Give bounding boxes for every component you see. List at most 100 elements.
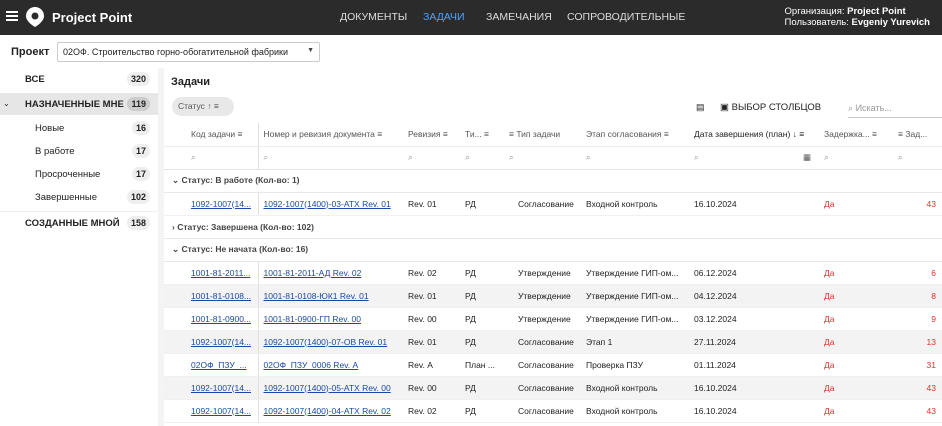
sidebar-item-all[interactable]: ВСЕ 320 [0, 68, 158, 90]
sidebar-item-label: ВСЕ [25, 74, 45, 85]
cell-task-code[interactable]: 1001-81-2011... [164, 261, 259, 285]
cell-delay: Да [819, 307, 893, 331]
cell-task-code[interactable]: 1001-81-0900... [164, 307, 259, 331]
group-row[interactable]: ⌄ Статус: Не начата (Кол-во: 16) [164, 238, 942, 262]
nav-remarks[interactable]: ЗАМЕЧАНИЯ [486, 11, 552, 23]
filter-input[interactable]: ⌕ [164, 146, 259, 170]
table-row[interactable]: 1001-81-2011... 1001-81-2011-АД Rev. 02 Re… [164, 261, 942, 285]
table-row[interactable]: 1001-81-0900... 1001-81-0900-ГП Rev. 00 Re… [164, 307, 942, 331]
calendar-icon[interactable]: ▦ [803, 152, 811, 163]
filter-input[interactable]: ⌕ [460, 146, 504, 170]
sidebar-item-completed[interactable]: Завершенные 102 [0, 186, 158, 208]
cell-revision: Rev. 02 [403, 261, 460, 285]
table-row[interactable]: 1092-1007(14... 1092-1007(1400)-04-АТХ Re… [164, 399, 942, 423]
table-row[interactable]: 1092-1007(14... 1092-1007(1400)-03-АТХ Re… [164, 192, 942, 216]
col-header-task-code[interactable]: Код задачи ≡ [164, 123, 259, 147]
cell-due-date: 06.12.2024 [689, 261, 819, 285]
search-input[interactable]: ⌕ Искать... [848, 100, 942, 118]
filter-icon[interactable]: ≡ [214, 101, 219, 111]
cell-doc-link[interactable]: 1092-1007(1400)-07-ОВ Rev. 01 [258, 330, 403, 354]
sidebar-item-label: Завершенные [35, 192, 98, 203]
col-header-type[interactable]: Ти... ≡ [460, 123, 504, 147]
group-by-chip[interactable]: Статус ↑ ≡ [172, 97, 234, 116]
columns-button[interactable]: ▣ ВЫБОР СТОЛБЦОВ [720, 102, 821, 113]
col-header-stage[interactable]: Этап согласования ≡ [581, 123, 689, 147]
cell-doc-link[interactable]: 02ОФ_ПЗУ_0006 Rev. А [258, 353, 403, 377]
nav-tasks[interactable]: ЗАДАЧИ [423, 11, 465, 23]
cell-doc-link[interactable]: 1001-81-0108-ЮК1 Rev. 01 [258, 284, 403, 308]
filter-input[interactable]: ⌕ [819, 146, 893, 170]
filter-input[interactable]: ⌕ [893, 146, 942, 170]
sidebar-item-label: Новые [35, 123, 65, 134]
table-row[interactable]: 1001-81-0108... 1001-81-0108-ЮК1 Rev. 01 R… [164, 284, 942, 308]
cell-stage: Входной контроль [581, 399, 689, 423]
group-row[interactable]: ⌄ Статус: В работе (Кол-во: 1) [164, 169, 942, 193]
sidebar-item-new[interactable]: Новые 16 [0, 117, 158, 139]
cell-type: РД [460, 192, 504, 216]
project-select[interactable]: 02ОФ. Строительство горно-обогатительной… [57, 42, 320, 62]
cell-delay-days: 31 [893, 353, 942, 377]
cell-doc-link[interactable]: 1092-1007(1400)-03-АТХ Rev. 01 [258, 192, 403, 216]
cell-task-code[interactable]: 1001-81-0108... [164, 284, 259, 308]
sidebar-item-overdue[interactable]: Просроченные 17 [0, 163, 158, 185]
count-badge: 17 [131, 144, 150, 158]
group-label: Статус: В работе (Кол-во: 1) [181, 175, 300, 185]
col-header-revision[interactable]: Ревизия ≡ [403, 123, 460, 147]
table-row[interactable]: 02ОФ_ПЗУ_... 02ОФ_ПЗУ_0006 Rev. А Rev. А Пл… [164, 353, 942, 377]
cell-type: РД [460, 330, 504, 354]
cell-doc-link[interactable]: 1001-81-2011-АД Rev. 02 [258, 261, 403, 285]
count-badge: 119 [127, 97, 150, 111]
cell-type: РД [460, 376, 504, 400]
nav-accompanying[interactable]: СОПРОВОДИТЕЛЬНЫЕ [567, 11, 685, 23]
col-header-delay[interactable]: Задержка... ≡ [819, 123, 893, 147]
nav-documents[interactable]: ДОКУМЕНТЫ [340, 11, 407, 23]
sidebar-item-label: СОЗДАННЫЕ МНОЙ [25, 218, 120, 229]
export-icon[interactable]: ▤ [696, 102, 705, 113]
col-header-doc[interactable]: Номер и ревизия документа ≡ [258, 123, 403, 147]
cell-task-type: Согласование [504, 376, 581, 400]
cell-task-code[interactable]: 1092-1007(14... [164, 399, 259, 423]
chip-label: Статус [178, 101, 205, 111]
table-row[interactable]: 1092-1007(14... 1092-1007(1400)-05-АТХ Re… [164, 376, 942, 400]
chevron-down-icon[interactable]: ⌄ [3, 99, 10, 108]
columns-icon: ▣ [720, 102, 729, 113]
cell-doc-link[interactable]: 1092-1007(1400)-05-АТХ Rev. 00 [258, 376, 403, 400]
sidebar-item-in-progress[interactable]: В работе 17 [0, 140, 158, 162]
col-header-delay-days[interactable]: ≡ Зад... [893, 123, 942, 147]
col-header-task-type[interactable]: ≡ Тип задачи [504, 123, 581, 147]
cell-delay-days: 9 [893, 307, 942, 331]
sort-up-icon[interactable]: ↑ [207, 101, 211, 111]
cell-revision: Rev. 00 [403, 376, 460, 400]
group-label: Статус: Завершена (Кол-во: 102) [177, 221, 314, 232]
cell-due-date: 16.10.2024 [689, 376, 819, 400]
cell-delay: Да [819, 376, 893, 400]
menu-icon[interactable] [6, 11, 18, 21]
sidebar-item-created-by-me[interactable]: СОЗДАННЫЕ МНОЙ 158 [0, 211, 158, 233]
filter-input[interactable]: ⌕ [581, 146, 689, 170]
main-panel: Задачи Статус ↑ ≡ ▤ ▣ ВЫБОР СТОЛБЦОВ ⌕ И… [164, 68, 942, 426]
filter-input[interactable]: ⌕ [403, 146, 460, 170]
project-row: Проект 02ОФ. Строительство горно-обогати… [0, 35, 942, 68]
cell-task-code[interactable]: 1092-1007(14... [164, 192, 259, 216]
table-row[interactable]: 1092-1007(14... 1092-1007(1400)-07-ОВ Rev… [164, 330, 942, 354]
cell-stage: Утверждение ГИП-ом... [581, 261, 689, 285]
org-info: Организация: Project Point Пользователь:… [785, 6, 930, 28]
cell-type: РД [460, 284, 504, 308]
filter-input[interactable]: ⌕ [258, 146, 403, 170]
cell-doc-link[interactable]: 1092-1007(1400)-04-АТХ Rev. 02 [258, 399, 403, 423]
cell-task-code[interactable]: 1092-1007(14... [164, 330, 259, 354]
cell-task-code[interactable]: 1092-1007(14... [164, 376, 259, 400]
cell-task-type: Согласование [504, 330, 581, 354]
group-row[interactable]: › Статус: Завершена (Кол-во: 102) [164, 215, 942, 239]
filter-input[interactable]: ⌕ [504, 146, 581, 170]
filter-input[interactable]: ⌕ ▦ [689, 146, 819, 170]
org-label: Организация: [784, 6, 845, 17]
count-badge: 320 [126, 72, 150, 86]
cell-revision: Rev. 01 [403, 330, 460, 354]
cell-type: РД [460, 399, 504, 423]
cell-doc-link[interactable]: 1001-81-0900-ГП Rev. 00 [258, 307, 403, 331]
sidebar-item-assigned[interactable]: ⌄ НАЗНАЧЕННЫЕ МНЕ 119 [0, 93, 158, 115]
cell-task-code[interactable]: 02ОФ_ПЗУ_... [164, 353, 259, 377]
count-badge: 17 [131, 167, 150, 181]
col-header-due-date[interactable]: Дата завершения (план) ↓ ≡ [689, 123, 819, 147]
